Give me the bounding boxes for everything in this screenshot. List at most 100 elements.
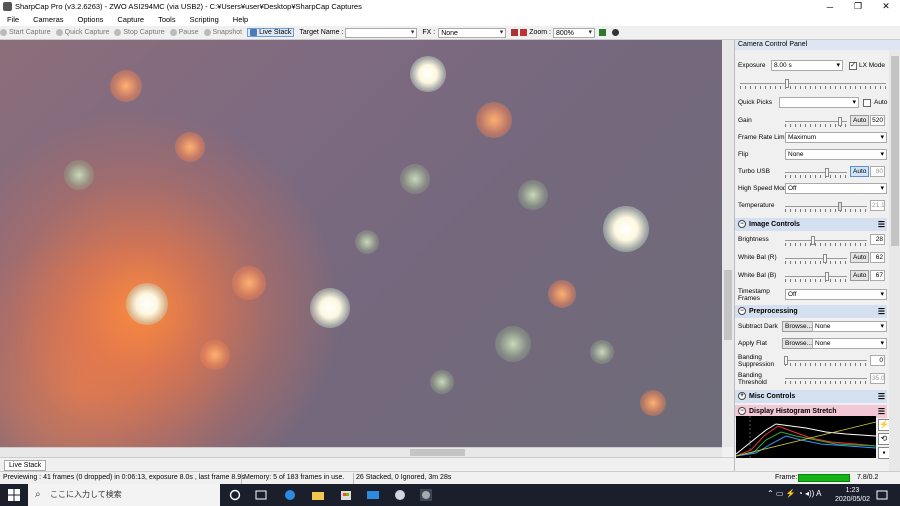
tab-live-stack[interactable]: Live Stack xyxy=(4,460,47,471)
turbo-usb-slider-track[interactable] xyxy=(785,172,847,173)
subtract-dark-browse-button[interactable]: Browse... xyxy=(782,321,816,332)
clock-date: 2020/05/02 xyxy=(834,496,870,503)
turbo-usb-slider-knob[interactable] xyxy=(825,168,829,177)
fx-select[interactable]: None xyxy=(438,27,507,38)
quick-picks-select[interactable] xyxy=(779,97,859,108)
viewport-vertical-scrollbar[interactable] xyxy=(722,40,734,447)
app-icon[interactable] xyxy=(394,489,406,501)
star xyxy=(476,102,512,138)
scroll-thumb[interactable] xyxy=(410,449,465,456)
windows-start-icon[interactable] xyxy=(8,489,20,501)
white-bal-b-slider-knob[interactable] xyxy=(825,272,829,281)
target-name-label: Target Name : xyxy=(299,29,344,36)
misc-controls-header[interactable]: + Misc Controls ☰ xyxy=(735,390,887,403)
frame-rate-select[interactable]: Maximum xyxy=(785,132,887,143)
zoom-select[interactable]: 800% xyxy=(553,27,595,38)
gain-value[interactable]: 520 xyxy=(870,115,885,126)
scroll-thumb[interactable] xyxy=(724,270,732,340)
app-icon xyxy=(3,2,12,11)
taskbar-clock[interactable]: 1:23 2020/05/02 xyxy=(835,486,870,504)
viewport-horizontal-scrollbar[interactable] xyxy=(0,447,722,457)
histogram-icon[interactable] xyxy=(599,29,606,36)
collapse-icon[interactable]: − xyxy=(738,220,746,228)
reticle-icon[interactable] xyxy=(511,29,519,36)
preprocessing-header[interactable]: − Preprocessing ☰ xyxy=(735,305,887,318)
menu-file[interactable]: File xyxy=(0,15,26,24)
banding-suppression-value[interactable]: 0 xyxy=(870,355,885,366)
apply-flat-browse-button[interactable]: Browse... xyxy=(782,338,816,349)
gain-auto-button[interactable]: Auto xyxy=(850,115,870,126)
exposure-slider-track[interactable] xyxy=(740,83,886,84)
notification-icon[interactable] xyxy=(876,489,888,501)
hamburger-menu-icon[interactable]: ☰ xyxy=(878,390,885,403)
gain-slider-knob[interactable] xyxy=(838,117,842,126)
hamburger-menu-icon[interactable]: ☰ xyxy=(878,218,885,231)
snapshot-button[interactable]: Snapshot xyxy=(203,29,242,36)
apply-flat-select[interactable]: None xyxy=(812,338,887,349)
banding-suppression-slider-knob[interactable] xyxy=(784,356,788,365)
white-bal-r-auto-button[interactable]: Auto xyxy=(850,252,870,263)
sharpcap-taskbar-icon[interactable] xyxy=(420,489,432,501)
white-bal-r-slider-track[interactable] xyxy=(785,258,847,259)
mail-icon[interactable] xyxy=(367,489,379,501)
menu-tools[interactable]: Tools xyxy=(151,15,183,24)
menu-cameras[interactable]: Cameras xyxy=(26,15,70,24)
lx-mode-checkbox[interactable]: ✓ xyxy=(849,62,857,70)
star xyxy=(430,370,454,394)
tray-icons[interactable]: ⌃ ▭ ⚡ ◔ ◂)) A xyxy=(767,489,821,498)
scroll-thumb[interactable] xyxy=(891,56,899,246)
white-bal-b-slider-track[interactable] xyxy=(785,276,847,277)
zoom-group: Zoom : 800% xyxy=(511,27,621,38)
quick-capture-button[interactable]: Quick Capture xyxy=(55,29,109,36)
collapse-icon[interactable]: − xyxy=(738,307,746,315)
stop-capture-button[interactable]: Stop Capture xyxy=(114,29,165,36)
magnifier-icon[interactable] xyxy=(612,29,619,36)
apply-flat-row: Apply Flat Browse... None xyxy=(735,337,893,351)
menu-capture[interactable]: Capture xyxy=(110,15,151,24)
image-controls-header[interactable]: − Image Controls ☰ xyxy=(735,218,887,231)
banding-suppression-slider-track[interactable] xyxy=(785,360,867,361)
flip-select[interactable]: None xyxy=(785,149,887,160)
white-bal-b-auto-button[interactable]: Auto xyxy=(850,270,870,281)
turbo-usb-value[interactable]: 80 xyxy=(870,166,885,177)
focus-icon[interactable] xyxy=(520,29,528,36)
expand-icon[interactable]: + xyxy=(738,392,746,400)
menu-help[interactable]: Help xyxy=(226,15,255,24)
store-icon[interactable] xyxy=(340,489,352,501)
turbo-usb-auto-button[interactable]: Auto xyxy=(850,166,870,177)
image-viewport[interactable] xyxy=(0,40,722,447)
menu-scripting[interactable]: Scripting xyxy=(183,15,226,24)
frame-rate-row: Frame Rate Limit Maximum xyxy=(735,131,893,145)
high-speed-select[interactable]: Off xyxy=(785,183,887,194)
quick-picks-auto-checkbox[interactable] xyxy=(863,99,871,107)
target-name-select[interactable] xyxy=(345,27,418,38)
hamburger-menu-icon[interactable]: ☰ xyxy=(878,405,885,418)
task-view-icon[interactable] xyxy=(255,489,267,501)
hamburger-menu-icon[interactable]: ☰ xyxy=(878,305,885,318)
brightness-slider-knob[interactable] xyxy=(811,236,815,245)
pause-button[interactable]: Pause xyxy=(169,29,199,36)
white-bal-r-slider-knob[interactable] xyxy=(823,254,827,263)
timestamp-frames-select[interactable]: Off xyxy=(785,289,887,300)
banding-threshold-slider-track xyxy=(785,378,867,379)
exposure-slider-knob[interactable] xyxy=(785,79,789,88)
start-capture-button[interactable]: Start Capture xyxy=(0,29,51,36)
taskbar-search-box[interactable]: ⌕ ここに入力して検索 xyxy=(28,484,220,506)
edge-browser-icon[interactable] xyxy=(284,489,296,501)
brightness-value[interactable]: 28 xyxy=(870,234,885,245)
cortana-icon[interactable] xyxy=(229,489,241,501)
file-explorer-icon[interactable] xyxy=(312,489,324,501)
close-button[interactable]: ✕ xyxy=(872,0,900,13)
white-bal-r-value[interactable]: 62 xyxy=(870,252,885,263)
collapse-icon[interactable]: − xyxy=(738,407,746,415)
histogram-display[interactable] xyxy=(735,416,877,458)
subtract-dark-select[interactable]: None xyxy=(812,321,887,332)
white-bal-b-value[interactable]: 67 xyxy=(870,270,885,281)
menu-options[interactable]: Options xyxy=(71,15,111,24)
minimize-button[interactable]: ─ xyxy=(816,0,844,13)
exposure-field[interactable]: 8.00 s xyxy=(771,60,843,71)
maximize-button[interactable]: ❐ xyxy=(844,0,872,13)
brightness-slider-track[interactable] xyxy=(785,240,867,241)
panel-scrollbar[interactable] xyxy=(889,50,900,471)
live-stack-button[interactable]: Live Stack xyxy=(247,28,295,37)
